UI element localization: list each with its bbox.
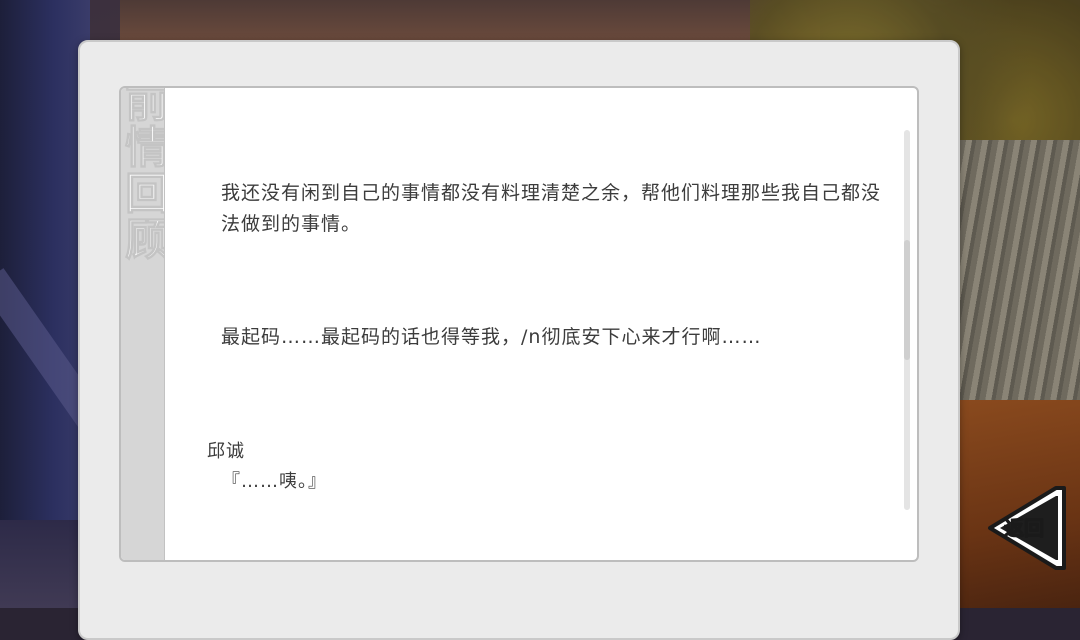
backlog-entry-1: 我还没有闲到自己的事情都没有料理清楚之余，帮他们料理那些我自己都没法做到的事情。 — [221, 182, 882, 235]
backlog-entry-2: 最起码……最起码的话也得等我，/n彻底安下心来才行啊…… — [221, 326, 762, 348]
background-beam — [120, 0, 820, 40]
background-planks — [960, 140, 1080, 400]
speaker-name: 邱诚 — [207, 441, 245, 462]
back-button-label: 返回 — [1004, 516, 1045, 541]
backlog-title: 前情回顾 — [121, 88, 164, 263]
back-button[interactable]: 返回 — [986, 486, 1066, 570]
scrollbar-thumb[interactable] — [904, 240, 910, 360]
backlog-scrollbar[interactable] — [904, 130, 910, 510]
backlog-entry-3: 『……咦。』 — [222, 471, 327, 492]
